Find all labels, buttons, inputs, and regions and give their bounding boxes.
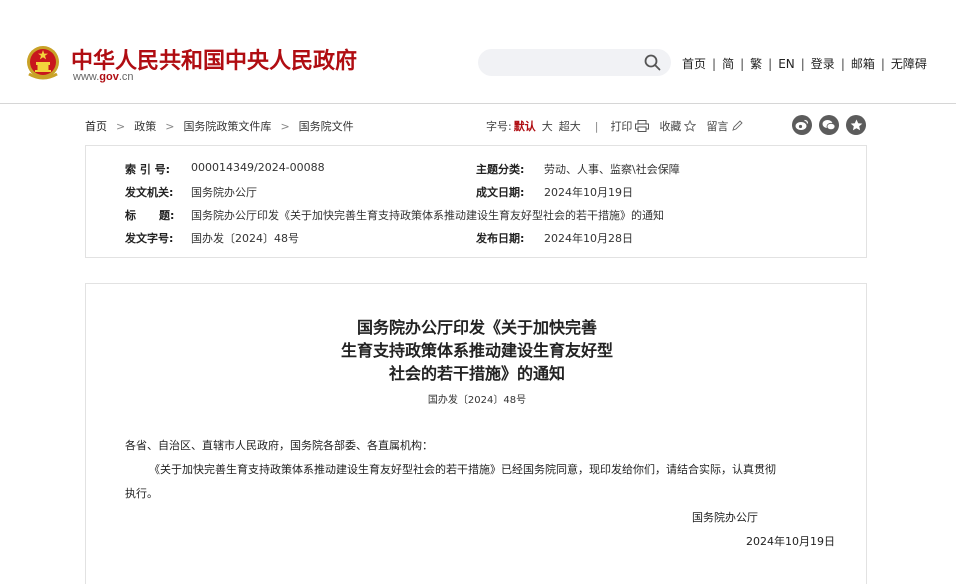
info-written-label: 成文日期: [476,186,525,199]
national-emblem-icon[interactable] [26,44,60,80]
printer-icon [635,120,650,132]
info-issuer-value: 国务院办公厅 [191,186,257,199]
favorite-button[interactable]: 收藏 [659,118,697,134]
document-signature: 国务院办公厅 [692,511,758,524]
info-topic: 主题分类: 劳动、人事、监察\社会保障 [476,161,680,177]
document-greeting: 各省、自治区、直辖市人民政府，国务院各部委、各直属机构： [125,439,433,452]
comment-label: 留言 [706,120,729,133]
top-nav: 首页 | 简 | 繁 | EN | 登录 | 邮箱 | 无障碍 [682,55,927,72]
nav-traditional[interactable]: 繁 [750,55,762,72]
font-size-label: 字号: [486,120,512,133]
breadcrumb-policy-library[interactable]: 国务院政策文件库 [183,118,271,134]
document-title-line-3: 社会的若干措施》的通知 [388,364,565,383]
breadcrumb: 首页 > 政策 > 国务院政策文件库 > 国务院文件 [85,118,354,134]
info-docno: 发文字号: 国办发〔2024〕48号 [125,230,299,246]
comment-button[interactable]: 留言 [706,118,744,134]
font-size-default[interactable]: 默认 [514,118,536,134]
nav-mailbox[interactable]: 邮箱 [851,55,875,72]
nav-separator: | [712,56,717,71]
info-publish-label: 发布日期: [476,232,525,245]
info-index-value: 000014349/2024-00088 [191,161,325,174]
info-docno-value: 国办发〔2024〕48号 [191,232,299,245]
info-publish-value: 2024年10月28日 [544,232,633,245]
tools-divider: | [594,119,599,133]
site-url-prefix: www. [73,71,100,83]
nav-separator: | [800,56,805,71]
info-publish-date: 发布日期: 2024年10月28日 [476,230,633,246]
chevron-right-icon: > [116,119,126,133]
site-url-brand: gov [99,71,119,83]
nav-simplified[interactable]: 简 [722,55,734,72]
nav-separator: | [880,56,885,71]
info-title: 标 题: 国务院办公厅印发《关于加快完善生育支持政策体系推动建设生育友好型社会的… [125,207,664,223]
info-topic-label: 主题分类: [476,163,525,176]
search-input[interactable] [478,49,671,76]
share-buttons [792,115,873,135]
info-topic-value: 劳动、人事、监察\社会保障 [544,163,680,176]
print-label: 打印 [610,120,633,133]
info-title-value: 国务院办公厅印发《关于加快完善生育支持政策体系推动建设生育友好型社会的若干措施》… [191,209,664,222]
breadcrumb-state-council-docs[interactable]: 国务院文件 [299,118,354,134]
search-icon[interactable] [644,54,661,71]
document-title-line-2: 生育支持政策体系推动建设生育友好型 [340,341,613,360]
document-body-line-2: 执行。 [125,487,158,500]
favorite-label: 收藏 [659,120,682,133]
info-title-label: 标 题: [125,209,175,222]
document-info-box: 索 引 号: 000014349/2024-00088 主题分类: 劳动、人事、… [85,145,867,258]
site-url-suffix: .cn [118,71,134,83]
document-number: 国办发〔2024〕48号 [427,395,527,406]
article-tools: 字号: 默认 大 超大 | 打印 收藏 留言 [486,118,753,134]
weibo-share-icon[interactable] [792,115,812,135]
breadcrumb-home[interactable]: 首页 [85,118,107,134]
info-written-date: 成文日期: 2024年10月19日 [476,184,633,200]
nav-separator: | [740,56,745,71]
nav-english[interactable]: EN [778,57,795,71]
qzone-share-icon[interactable] [846,115,866,135]
font-size-xlarge[interactable]: 超大 [559,118,581,134]
info-index: 索 引 号: 000014349/2024-00088 [125,161,325,177]
document-body-line-1: 《关于加快完善生育支持政策体系推动建设生育友好型社会的若干措施》已经国务院同意，… [149,463,776,476]
chevron-right-icon: > [165,119,175,133]
info-index-label: 索 引 号: [125,163,171,176]
site-header: 中华人民共和国中央人民政府 www.gov.cn 首页 | 简 | 繁 | EN… [0,0,956,104]
wechat-share-icon[interactable] [819,115,839,135]
nav-login[interactable]: 登录 [811,55,835,72]
info-docno-label: 发文字号: [125,232,174,245]
font-size-large[interactable]: 大 [542,118,553,134]
document-title-line-1: 国务院办公厅印发《关于加快完善 [356,318,597,337]
nav-separator: | [840,56,845,71]
info-written-value: 2024年10月19日 [544,186,633,199]
nav-accessibility[interactable]: 无障碍 [891,55,927,72]
info-issuer: 发文机关: 国务院办公厅 [125,184,257,200]
pencil-icon [732,120,744,131]
info-issuer-label: 发文机关: [125,186,174,199]
breadcrumb-policy[interactable]: 政策 [134,118,156,134]
print-button[interactable]: 打印 [610,118,650,134]
site-url[interactable]: www.gov.cn [73,71,134,83]
nav-home[interactable]: 首页 [682,55,706,72]
nav-separator: | [768,56,773,71]
document-content: 国务院办公厅印发《关于加快完善 生育支持政策体系推动建设生育友好型 社会的若干措… [85,283,867,584]
star-icon [684,120,697,132]
document-date: 2024年10月19日 [746,535,835,548]
chevron-right-icon: > [280,119,290,133]
